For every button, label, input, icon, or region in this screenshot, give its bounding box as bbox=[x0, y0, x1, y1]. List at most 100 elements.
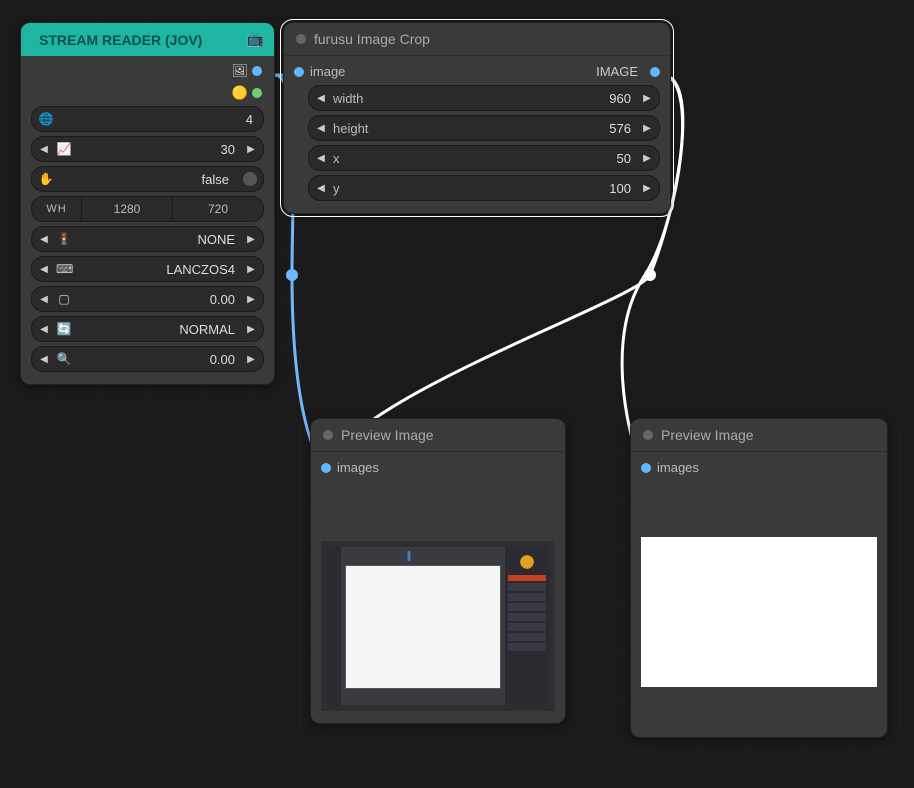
link-midpoint-dot[interactable] bbox=[286, 269, 298, 281]
widget-paused[interactable]: ✋ false bbox=[31, 166, 264, 192]
node-preview-image-2[interactable]: Preview Image images bbox=[630, 418, 888, 738]
output-label: IMAGE bbox=[596, 64, 638, 79]
node-image-crop[interactable]: furusu Image Crop image IMAGE ◀ width 96… bbox=[283, 22, 671, 214]
arrow-left-icon[interactable]: ◀ bbox=[38, 294, 50, 305]
magnify-icon: 🔍 bbox=[56, 352, 72, 366]
widget-mode[interactable]: ◀ 🚦 NONE ▶ bbox=[31, 226, 264, 252]
square-icon: ▢ bbox=[56, 292, 72, 306]
output-dot-icon[interactable] bbox=[252, 66, 262, 76]
node-body: images bbox=[311, 452, 565, 723]
arrow-left-icon[interactable]: ◀ bbox=[38, 144, 50, 155]
node-title: Preview Image bbox=[341, 427, 434, 443]
widget-sample[interactable]: ◀ ⌨ LANCZOS4 ▶ bbox=[31, 256, 264, 282]
widget-value: NONE bbox=[197, 232, 239, 247]
output-dot-icon[interactable] bbox=[252, 88, 262, 98]
widget-value: 576 bbox=[609, 121, 635, 136]
arrow-right-icon[interactable]: ▶ bbox=[641, 183, 653, 194]
keyboard-icon: ⌨ bbox=[56, 262, 72, 276]
node-title-bar[interactable]: STREAM READER (JOV) 📺 bbox=[21, 23, 274, 56]
slot-image[interactable]: image IMAGE bbox=[294, 62, 660, 81]
arrow-left-icon[interactable]: ◀ bbox=[315, 183, 327, 194]
traffic-icon: 🚦 bbox=[56, 232, 72, 246]
arrow-right-icon[interactable]: ▶ bbox=[245, 234, 257, 245]
widget-value: 0.00 bbox=[210, 292, 239, 307]
globe-icon: 🌐 bbox=[38, 112, 54, 126]
input-label: images bbox=[657, 460, 699, 475]
toggle-dot-icon[interactable] bbox=[243, 172, 257, 186]
arrow-left-icon[interactable]: ◀ bbox=[38, 264, 50, 275]
input-dot-icon[interactable] bbox=[321, 463, 331, 473]
preview-thumbnail[interactable] bbox=[641, 537, 877, 687]
link-midpoint-dot[interactable] bbox=[644, 269, 656, 281]
widget-value: LANCZOS4 bbox=[166, 262, 239, 277]
widget-label: height bbox=[333, 121, 368, 136]
widget-value: 100 bbox=[609, 181, 635, 196]
node-title: STREAM READER (JOV) bbox=[39, 32, 202, 48]
widget-label: width bbox=[333, 91, 363, 106]
collapse-dot-icon[interactable] bbox=[643, 430, 653, 440]
node-title-bar[interactable]: Preview Image bbox=[631, 419, 887, 452]
node-stream-reader[interactable]: STREAM READER (JOV) 📺 🖼 🟡 🌐 4 ◀ 📈 30 ▶ ✋… bbox=[20, 22, 275, 385]
arrow-right-icon[interactable]: ▶ bbox=[245, 324, 257, 335]
node-title: furusu Image Crop bbox=[314, 31, 430, 47]
arrow-left-icon[interactable]: ◀ bbox=[315, 123, 327, 134]
widget-value: 30 bbox=[221, 142, 239, 157]
widget-height[interactable]: ◀ height 576 ▶ bbox=[308, 115, 660, 141]
preview-thumbnail[interactable] bbox=[321, 541, 555, 711]
collapse-dot-icon[interactable] bbox=[323, 430, 333, 440]
chart-icon: 📈 bbox=[56, 142, 72, 156]
widget-orient[interactable]: ◀ 🔄 NORMAL ▶ bbox=[31, 316, 264, 342]
input-dot-icon[interactable] bbox=[294, 67, 304, 77]
output-mask-slot[interactable]: 🟡 bbox=[31, 84, 264, 102]
widget-label: y bbox=[333, 181, 340, 196]
wh-label: WH bbox=[32, 197, 82, 221]
node-title-bar[interactable]: furusu Image Crop bbox=[284, 23, 670, 56]
widget-y[interactable]: ◀ y 100 ▶ bbox=[308, 175, 660, 201]
widget-label: x bbox=[333, 151, 340, 166]
arrow-right-icon[interactable]: ▶ bbox=[245, 264, 257, 275]
node-body: 🖼 🟡 🌐 4 ◀ 📈 30 ▶ ✋ false WH 1280 720 bbox=[21, 56, 274, 384]
wh-width[interactable]: 1280 bbox=[82, 197, 173, 221]
widget-value: 960 bbox=[609, 91, 635, 106]
widget-value: 4 bbox=[246, 112, 257, 127]
arrow-right-icon[interactable]: ▶ bbox=[245, 354, 257, 365]
arrow-right-icon[interactable]: ▶ bbox=[245, 144, 257, 155]
arrow-right-icon[interactable]: ▶ bbox=[641, 123, 653, 134]
slot-images[interactable]: images bbox=[321, 458, 555, 477]
wh-height[interactable]: 720 bbox=[173, 197, 263, 221]
arrow-left-icon[interactable]: ◀ bbox=[315, 93, 327, 104]
node-preview-image-1[interactable]: Preview Image images bbox=[310, 418, 566, 724]
node-body: image IMAGE ◀ width 960 ▶ ◀ height 576 ▶… bbox=[284, 56, 670, 213]
output-dot-icon[interactable] bbox=[650, 67, 660, 77]
arrow-left-icon[interactable]: ◀ bbox=[38, 324, 50, 335]
mask-icon: 🟡 bbox=[232, 85, 248, 101]
widget-url[interactable]: 🌐 4 bbox=[31, 106, 264, 132]
node-body: images bbox=[631, 452, 887, 737]
widget-width[interactable]: ◀ width 960 ▶ bbox=[308, 85, 660, 111]
widget-wh[interactable]: WH 1280 720 bbox=[31, 196, 264, 222]
widget-value: NORMAL bbox=[179, 322, 239, 337]
arrow-right-icon[interactable]: ▶ bbox=[245, 294, 257, 305]
image-icon: 🖼 bbox=[231, 63, 248, 79]
input-dot-icon[interactable] bbox=[641, 463, 651, 473]
widget-value: 0.00 bbox=[210, 352, 239, 367]
arrow-right-icon[interactable]: ▶ bbox=[641, 93, 653, 104]
widget-x[interactable]: ◀ x 50 ▶ bbox=[308, 145, 660, 171]
hand-icon: ✋ bbox=[38, 172, 54, 186]
widget-fps[interactable]: ◀ 📈 30 ▶ bbox=[31, 136, 264, 162]
slot-images[interactable]: images bbox=[641, 458, 877, 477]
node-title: Preview Image bbox=[661, 427, 754, 443]
widget-zoom[interactable]: ◀ 🔍 0.00 ▶ bbox=[31, 346, 264, 372]
arrow-left-icon[interactable]: ◀ bbox=[315, 153, 327, 164]
widget-value: 50 bbox=[617, 151, 635, 166]
arrow-right-icon[interactable]: ▶ bbox=[641, 153, 653, 164]
widget-value: false bbox=[202, 172, 233, 187]
output-image-slot[interactable]: 🖼 bbox=[31, 62, 264, 80]
collapse-dot-icon[interactable] bbox=[296, 34, 306, 44]
widget-matte[interactable]: ◀ ▢ 0.00 ▶ bbox=[31, 286, 264, 312]
arrow-left-icon[interactable]: ◀ bbox=[38, 354, 50, 365]
arrow-left-icon[interactable]: ◀ bbox=[38, 234, 50, 245]
input-label: image bbox=[310, 64, 345, 79]
node-title-bar[interactable]: Preview Image bbox=[311, 419, 565, 452]
refresh-icon: 🔄 bbox=[56, 322, 72, 336]
